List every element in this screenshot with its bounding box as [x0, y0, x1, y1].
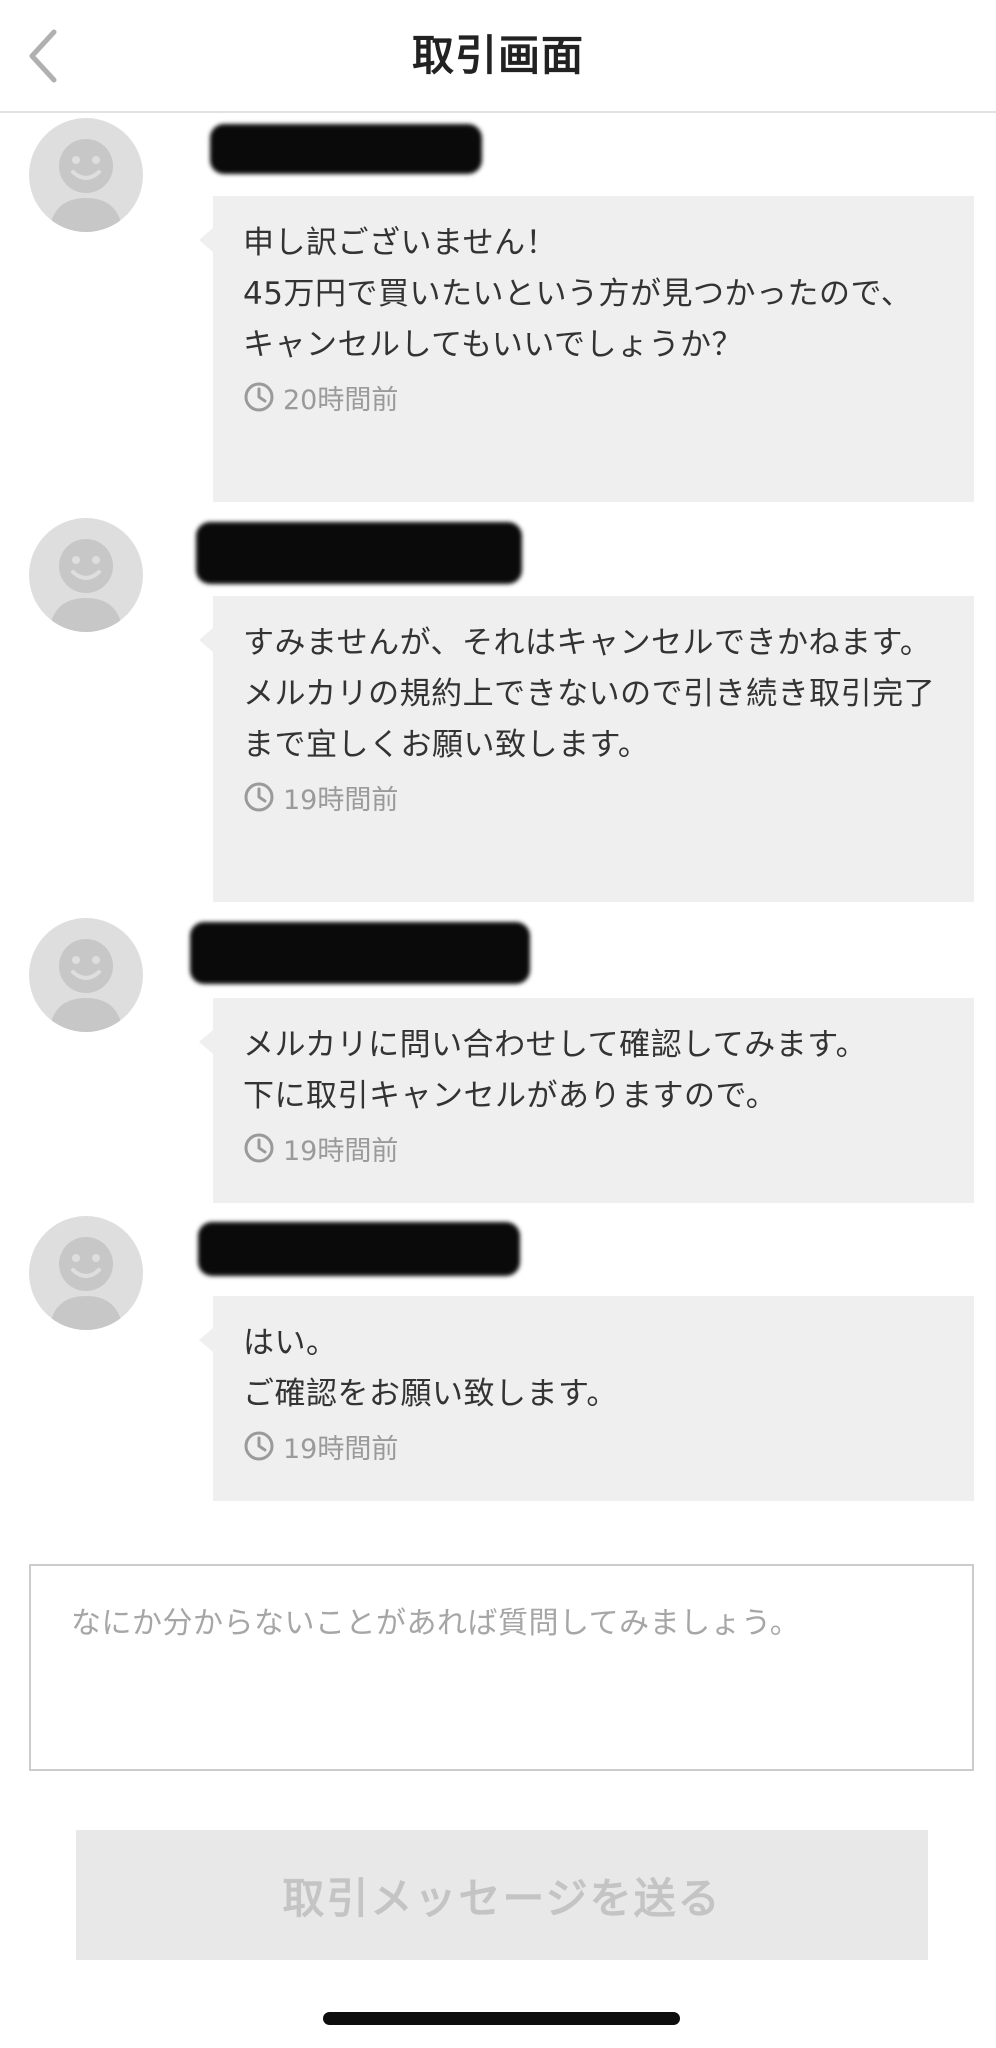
- sender-name-redacted: [196, 522, 522, 584]
- send-message-button[interactable]: 取引メッセージを送る: [76, 1830, 928, 1960]
- message-bubble: 申し訳ございません！ 45万円で買いたいという方が見つかったので、 キャンセルし…: [199, 196, 974, 502]
- timestamp-label: 20時間前: [283, 384, 399, 416]
- sender-name-redacted: [198, 1222, 520, 1276]
- home-indicator[interactable]: [323, 2012, 680, 2025]
- message-timestamp: 19時間前: [243, 1424, 946, 1468]
- message-input[interactable]: なにか分からないことがあれば質問してみましょう。: [29, 1564, 974, 1771]
- avatar[interactable]: [29, 918, 143, 1032]
- message-timestamp: 20時間前: [243, 375, 946, 419]
- message-bubble: メルカリに問い合わせして確認してみます。 下に取引キャンセルがありますので。 1…: [199, 998, 974, 1203]
- clock-icon: [244, 382, 274, 412]
- clock-icon: [244, 1431, 274, 1461]
- page-title: 取引画面: [411, 31, 584, 80]
- sender-name-redacted: [210, 124, 482, 174]
- message-timestamp: 19時間前: [243, 1126, 946, 1170]
- message-bubble: すみませんが、それはキャンセルできかねます。 メルカリの規約上できないので引き続…: [199, 596, 974, 902]
- message-text: 申し訳ございません！ 45万円で買いたいという方が見つかったので、 キャンセルし…: [243, 225, 913, 363]
- clock-icon: [244, 782, 274, 812]
- message-text: はい。 ご確認をお願い致します。: [243, 1325, 618, 1412]
- user-avatar-icon: [49, 939, 123, 1032]
- user-avatar-icon: [49, 539, 123, 632]
- message-input-placeholder: なにか分からないことがあれば質問してみましょう。: [71, 1606, 801, 1641]
- timestamp-label: 19時間前: [283, 1433, 399, 1465]
- message-timestamp: 19時間前: [243, 775, 946, 819]
- timestamp-label: 19時間前: [283, 1135, 399, 1167]
- avatar[interactable]: [29, 518, 143, 632]
- clock-icon: [244, 1133, 274, 1163]
- user-avatar-icon: [49, 139, 123, 232]
- message-text: すみませんが、それはキャンセルできかねます。 メルカリの規約上できないので引き続…: [243, 625, 936, 763]
- avatar[interactable]: [29, 1216, 143, 1330]
- user-avatar-icon: [49, 1237, 123, 1330]
- timestamp-label: 19時間前: [283, 784, 399, 816]
- header-bar: 取引画面: [0, 0, 996, 113]
- message-text: メルカリに問い合わせして確認してみます。 下に取引キャンセルがありますので。: [243, 1027, 868, 1114]
- sender-name-redacted: [190, 922, 530, 984]
- avatar[interactable]: [29, 118, 143, 232]
- message-bubble: はい。 ご確認をお願い致します。 19時間前: [199, 1296, 974, 1501]
